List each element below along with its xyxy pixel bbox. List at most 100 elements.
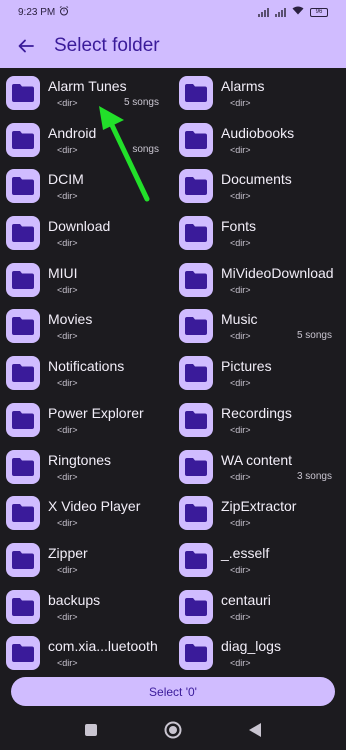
folder-item[interactable]: Movies <dir> bbox=[0, 304, 173, 351]
folder-row: Android <dir> songs Audiobooks <dir> bbox=[0, 118, 346, 165]
select-button[interactable]: Select '0' bbox=[11, 677, 335, 706]
alarm-clock-icon bbox=[59, 5, 69, 19]
folder-item[interactable]: Zipper <dir> bbox=[0, 538, 173, 585]
folder-row: Ringtones <dir> WA content <dir> 3 songs bbox=[0, 445, 346, 492]
folder-type: <dir> bbox=[57, 658, 78, 669]
arrow-left-icon bbox=[18, 39, 34, 53]
folder-type: <dir> bbox=[230, 658, 251, 669]
home-button[interactable] bbox=[163, 720, 183, 740]
folder-item[interactable]: Fonts <dir> bbox=[173, 211, 346, 258]
folder-name: com.xia...luetooth bbox=[48, 638, 158, 655]
folder-type: <dir> bbox=[57, 284, 78, 295]
folder-icon bbox=[6, 496, 40, 531]
folder-item[interactable]: WA content <dir> 3 songs bbox=[173, 445, 346, 492]
folder-row: com.xia...luetooth <dir> diag_logs <dir> bbox=[0, 631, 346, 678]
folder-icon bbox=[6, 542, 40, 577]
folder-item[interactable]: MiVideoDownload <dir> bbox=[173, 258, 346, 305]
folder-item[interactable]: Pictures <dir> bbox=[173, 351, 346, 398]
folder-name: Music bbox=[221, 311, 258, 328]
back-nav-button[interactable] bbox=[245, 720, 265, 740]
folder-icon bbox=[179, 122, 213, 157]
folder-item[interactable]: Audiobooks <dir> bbox=[173, 118, 346, 165]
folder-type: <dir> bbox=[57, 191, 78, 202]
folder-name: Android bbox=[48, 124, 97, 141]
folder-item[interactable]: ZipExtractor <dir> bbox=[173, 491, 346, 538]
folder-row: backups <dir> centauri <dir> bbox=[0, 585, 346, 632]
folder-row: Download <dir> Fonts <dir> bbox=[0, 211, 346, 258]
folder-item[interactable]: Documents <dir> bbox=[173, 164, 346, 211]
folder-type: <dir> bbox=[230, 471, 251, 482]
folder-type: <dir> bbox=[230, 238, 251, 249]
folder-item[interactable]: DCIM <dir> bbox=[0, 164, 173, 211]
folder-type: <dir> bbox=[57, 471, 78, 482]
folder-item[interactable]: Download <dir> bbox=[0, 211, 173, 258]
folder-name: backups bbox=[48, 591, 101, 608]
folder-icon bbox=[6, 216, 40, 251]
folder-icon bbox=[6, 262, 40, 297]
folder-row: X Video Player <dir> ZipExtractor <dir> bbox=[0, 491, 346, 538]
wifi-icon bbox=[292, 6, 304, 18]
folder-item[interactable]: diag_logs <dir> bbox=[173, 631, 346, 678]
folder-icon bbox=[6, 169, 40, 204]
folder-item[interactable]: Alarms <dir> bbox=[173, 71, 346, 118]
folder-name: MiVideoDownload bbox=[221, 264, 334, 281]
folder-song-count: songs bbox=[132, 143, 159, 155]
folder-icon bbox=[179, 216, 213, 251]
status-time: 9:23 PM bbox=[18, 6, 56, 18]
folder-name: _.esself bbox=[221, 544, 270, 561]
folder-type: <dir> bbox=[57, 238, 78, 249]
back-button[interactable] bbox=[14, 34, 38, 58]
folder-item[interactable]: Music <dir> 5 songs bbox=[173, 304, 346, 351]
folder-item[interactable]: Notifications <dir> bbox=[0, 351, 173, 398]
folder-name: Documents bbox=[221, 171, 292, 188]
folder-type: <dir> bbox=[57, 424, 78, 435]
folder-row: DCIM <dir> Documents <dir> bbox=[0, 164, 346, 211]
triangle-back-icon bbox=[249, 723, 261, 737]
folder-row: Movies <dir> Music <dir> 5 songs bbox=[0, 304, 346, 351]
folder-item[interactable]: centauri <dir> bbox=[173, 585, 346, 632]
folder-name: diag_logs bbox=[221, 638, 281, 655]
folder-item[interactable]: com.xia...luetooth <dir> bbox=[0, 631, 173, 678]
folder-name: MIUI bbox=[48, 264, 78, 281]
folder-icon bbox=[179, 262, 213, 297]
folder-row: Alarm Tunes <dir> 5 songs Alarms <dir> bbox=[0, 71, 346, 118]
folder-type: <dir> bbox=[57, 98, 78, 108]
folder-item[interactable]: Power Explorer <dir> bbox=[0, 398, 173, 445]
folder-name: centauri bbox=[221, 591, 271, 608]
folder-type: <dir> bbox=[230, 424, 251, 435]
folder-type: <dir> bbox=[230, 284, 251, 295]
folder-item[interactable]: MIUI <dir> bbox=[0, 258, 173, 305]
folder-grid: Alarm Tunes <dir> 5 songs Alarms <dir> Androi… bbox=[0, 71, 346, 679]
folder-item[interactable]: X Video Player <dir> bbox=[0, 491, 173, 538]
folder-item[interactable]: _.esself <dir> bbox=[173, 538, 346, 585]
folder-icon bbox=[179, 402, 213, 437]
folder-icon bbox=[179, 169, 213, 204]
folder-row: MIUI <dir> MiVideoDownload <dir> bbox=[0, 258, 346, 305]
folder-icon bbox=[6, 309, 40, 344]
folder-type: <dir> bbox=[230, 98, 251, 108]
folder-icon bbox=[6, 636, 40, 671]
folder-name: X Video Player bbox=[48, 498, 141, 515]
folder-name: Audiobooks bbox=[221, 124, 295, 141]
app-bar: Select folder bbox=[0, 24, 346, 68]
folder-item[interactable]: Android <dir> songs bbox=[0, 118, 173, 165]
folder-item[interactable]: Recordings <dir> bbox=[173, 398, 346, 445]
folder-icon bbox=[6, 122, 40, 157]
folder-item[interactable]: backups <dir> bbox=[0, 585, 173, 632]
recents-button[interactable] bbox=[81, 720, 101, 740]
folder-name: Recordings bbox=[221, 404, 292, 421]
folder-name: DCIM bbox=[48, 171, 84, 188]
folder-name: ZipExtractor bbox=[221, 498, 297, 515]
signal-icon-2 bbox=[275, 7, 286, 17]
folder-icon bbox=[6, 449, 40, 484]
folder-item[interactable]: Ringtones <dir> bbox=[0, 445, 173, 492]
page-title: Select folder bbox=[54, 35, 160, 56]
folder-name: Download bbox=[48, 218, 111, 235]
folder-type: <dir> bbox=[57, 378, 78, 389]
folder-item[interactable]: Alarm Tunes <dir> 5 songs bbox=[0, 71, 173, 118]
folder-icon bbox=[6, 589, 40, 624]
folder-type: <dir> bbox=[230, 144, 251, 155]
folder-icon bbox=[6, 356, 40, 391]
folder-type: <dir> bbox=[230, 331, 251, 342]
folder-type: <dir> bbox=[57, 518, 78, 529]
